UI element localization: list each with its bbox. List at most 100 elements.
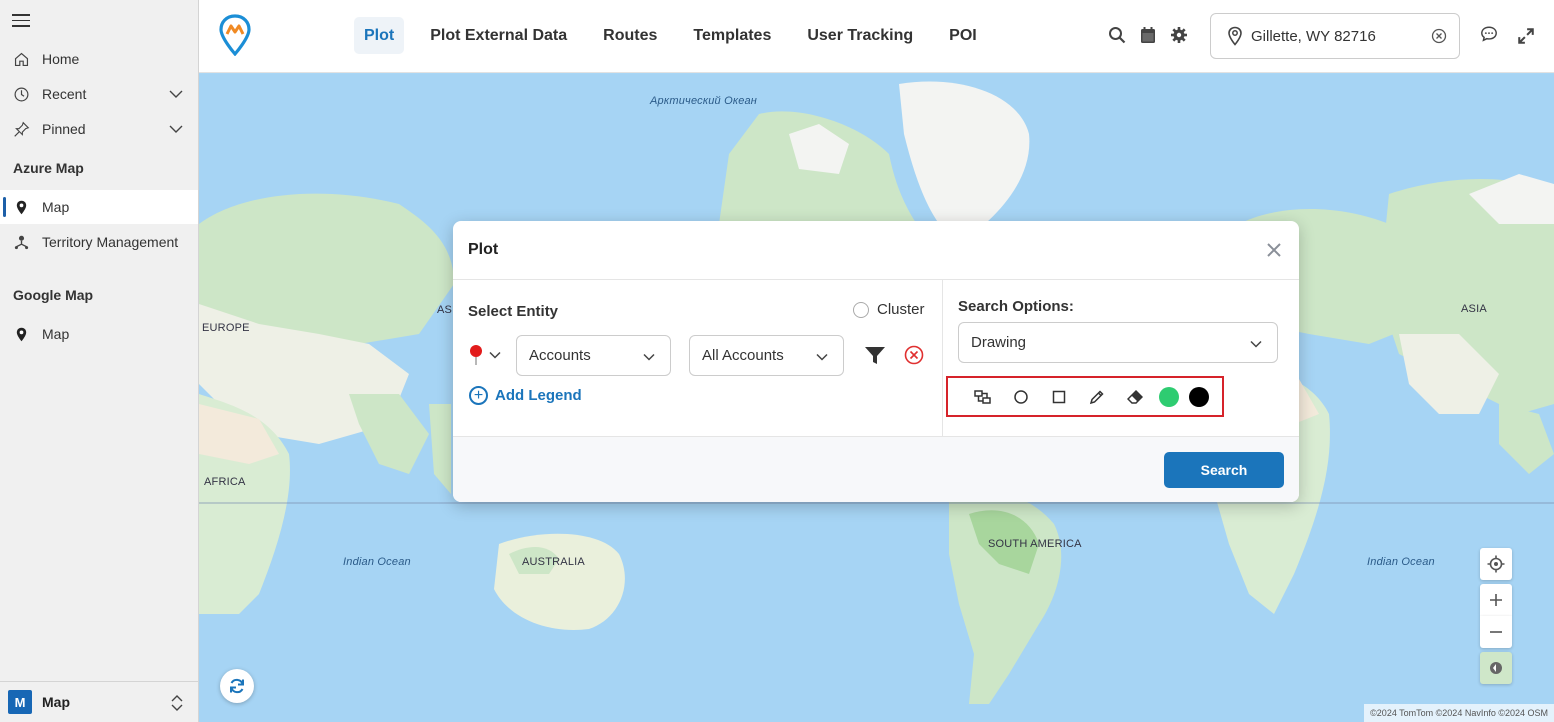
expand-icon[interactable] (1517, 27, 1535, 45)
top-navigation-bar: Plot Plot External Data Routes Templates… (199, 0, 1554, 73)
calendar-icon[interactable] (1139, 26, 1157, 44)
main-tabs: Plot Plot External Data Routes Templates… (354, 17, 995, 54)
tab-routes[interactable]: Routes (585, 17, 675, 54)
tab-plot-external-data[interactable]: Plot External Data (412, 17, 585, 54)
sidebar-item-label: Pinned (42, 121, 86, 137)
compass-icon (1490, 662, 1502, 674)
sidebar-item-label: Territory Management (42, 234, 179, 250)
crosshair-icon (1487, 555, 1505, 573)
cluster-label: Cluster (877, 301, 925, 318)
app-logo[interactable] (219, 14, 251, 56)
cluster-radio[interactable] (853, 301, 869, 318)
search-button[interactable]: Search (1164, 452, 1284, 488)
drawing-toolbar (946, 376, 1224, 417)
map-marker-icon (0, 199, 42, 216)
chevron-down-icon[interactable] (168, 121, 184, 137)
square-icon[interactable] (1040, 382, 1078, 412)
tab-poi[interactable]: POI (931, 17, 995, 54)
tab-user-tracking[interactable]: User Tracking (789, 17, 931, 54)
fill-color-swatch[interactable] (1159, 386, 1179, 407)
territory-icon (0, 234, 42, 251)
add-legend-link[interactable]: + Add Legend (469, 386, 582, 405)
select-tool-icon[interactable] (964, 382, 1002, 412)
plus-circle-icon: + (469, 386, 488, 405)
red-pin-icon (470, 345, 482, 365)
search-options-label: Search Options: (958, 298, 1074, 315)
circle-icon[interactable] (1002, 382, 1040, 412)
sidebar-item-google-map[interactable]: Map (0, 317, 198, 351)
location-value: Gillette, WY 82716 (1251, 27, 1376, 45)
app-name: Map (42, 694, 70, 710)
dialog-header: Plot (453, 221, 1299, 280)
plot-dialog: Plot Select Entity Cluster Accounts All … (453, 221, 1299, 502)
section-title-google-map: Google Map (13, 287, 94, 303)
map-label-europe: EUROPE (202, 322, 250, 334)
add-legend-label: Add Legend (495, 387, 582, 404)
dialog-footer: Search (453, 436, 1299, 502)
locate-me-button[interactable] (1480, 548, 1512, 580)
map-label-indian-ocean-left: Indian Ocean (343, 556, 411, 568)
pin-color-picker[interactable] (468, 344, 502, 366)
hamburger-menu-icon[interactable] (12, 14, 30, 28)
gear-icon[interactable] (1170, 26, 1188, 44)
refresh-button[interactable] (220, 669, 254, 703)
search-option-select[interactable]: Drawing (958, 322, 1278, 363)
refresh-icon (230, 678, 244, 694)
eraser-icon[interactable] (1116, 382, 1154, 412)
search-icon[interactable] (1108, 26, 1126, 44)
chevron-down-icon[interactable] (168, 86, 184, 102)
tab-templates[interactable]: Templates (675, 17, 789, 54)
dialog-title: Plot (468, 241, 499, 258)
tab-plot[interactable]: Plot (354, 17, 405, 54)
remove-circle-icon[interactable] (904, 345, 924, 365)
cluster-option[interactable]: Cluster (853, 301, 925, 318)
entity-pane: Select Entity Cluster Accounts All Accou… (453, 280, 943, 436)
sidebar-item-territory-management[interactable]: Territory Management (0, 225, 198, 259)
map-label-asia-left: AS (437, 304, 453, 316)
map-style-picker[interactable] (1480, 652, 1512, 684)
sidebar-item-azure-map[interactable]: Map (0, 190, 198, 224)
location-pin-icon (1228, 26, 1242, 46)
map-label-indian-ocean-right: Indian Ocean (1367, 556, 1435, 568)
sidebar: Home Recent Pinned Azure Map Map Territo… (0, 0, 199, 722)
clear-icon[interactable] (1431, 28, 1447, 44)
sidebar-item-label: Recent (42, 86, 87, 102)
app-switcher[interactable]: M Map (0, 681, 198, 722)
chevron-down-icon (1250, 340, 1262, 348)
entity-select[interactable]: Accounts (516, 335, 671, 376)
map-label-arctic-ocean: Арктический Океан (650, 95, 758, 107)
chevron-down-icon (816, 353, 828, 361)
pin-icon (0, 121, 42, 138)
clock-icon (0, 86, 42, 103)
filter-icon[interactable] (864, 346, 886, 366)
sidebar-item-label: Map (42, 199, 70, 215)
view-select[interactable]: All Accounts (689, 335, 844, 376)
search-option-value: Drawing (971, 334, 1027, 351)
pencil-icon[interactable] (1078, 382, 1116, 412)
location-search-field[interactable]: Gillette, WY 82716 (1210, 13, 1460, 59)
search-options-pane: Search Options: Drawing (944, 280, 1299, 436)
entity-select-value: Accounts (529, 347, 591, 364)
map-label-south-america: SOUTH AMERICA (988, 538, 1082, 550)
close-icon[interactable] (1266, 242, 1282, 258)
stroke-color-swatch[interactable] (1189, 386, 1209, 407)
sidebar-item-recent[interactable]: Recent (0, 77, 198, 111)
sidebar-item-pinned[interactable]: Pinned (0, 112, 198, 146)
zoom-in-button[interactable] (1480, 584, 1512, 616)
map-label-asia-right: ASIA (1461, 303, 1487, 315)
sidebar-item-home[interactable]: Home (0, 42, 198, 76)
app-badge: M (8, 690, 32, 714)
chevron-up-down-icon (171, 695, 183, 711)
map-label-australia: AUSTRALIA (522, 556, 585, 568)
chat-icon[interactable] (1480, 25, 1498, 43)
view-select-value: All Accounts (702, 347, 784, 364)
map-marker-icon (0, 326, 42, 343)
dialog-body: Select Entity Cluster Accounts All Accou… (453, 280, 1299, 436)
home-icon (0, 51, 42, 68)
chevron-down-icon (489, 351, 501, 359)
section-title-azure-map: Azure Map (13, 160, 84, 176)
sidebar-item-label: Home (42, 51, 80, 67)
zoom-out-button[interactable] (1480, 616, 1512, 648)
map-attribution: ©2024 TomTom ©2024 NavInfo ©2024 OSM (1364, 704, 1554, 722)
plus-icon (1490, 594, 1502, 606)
